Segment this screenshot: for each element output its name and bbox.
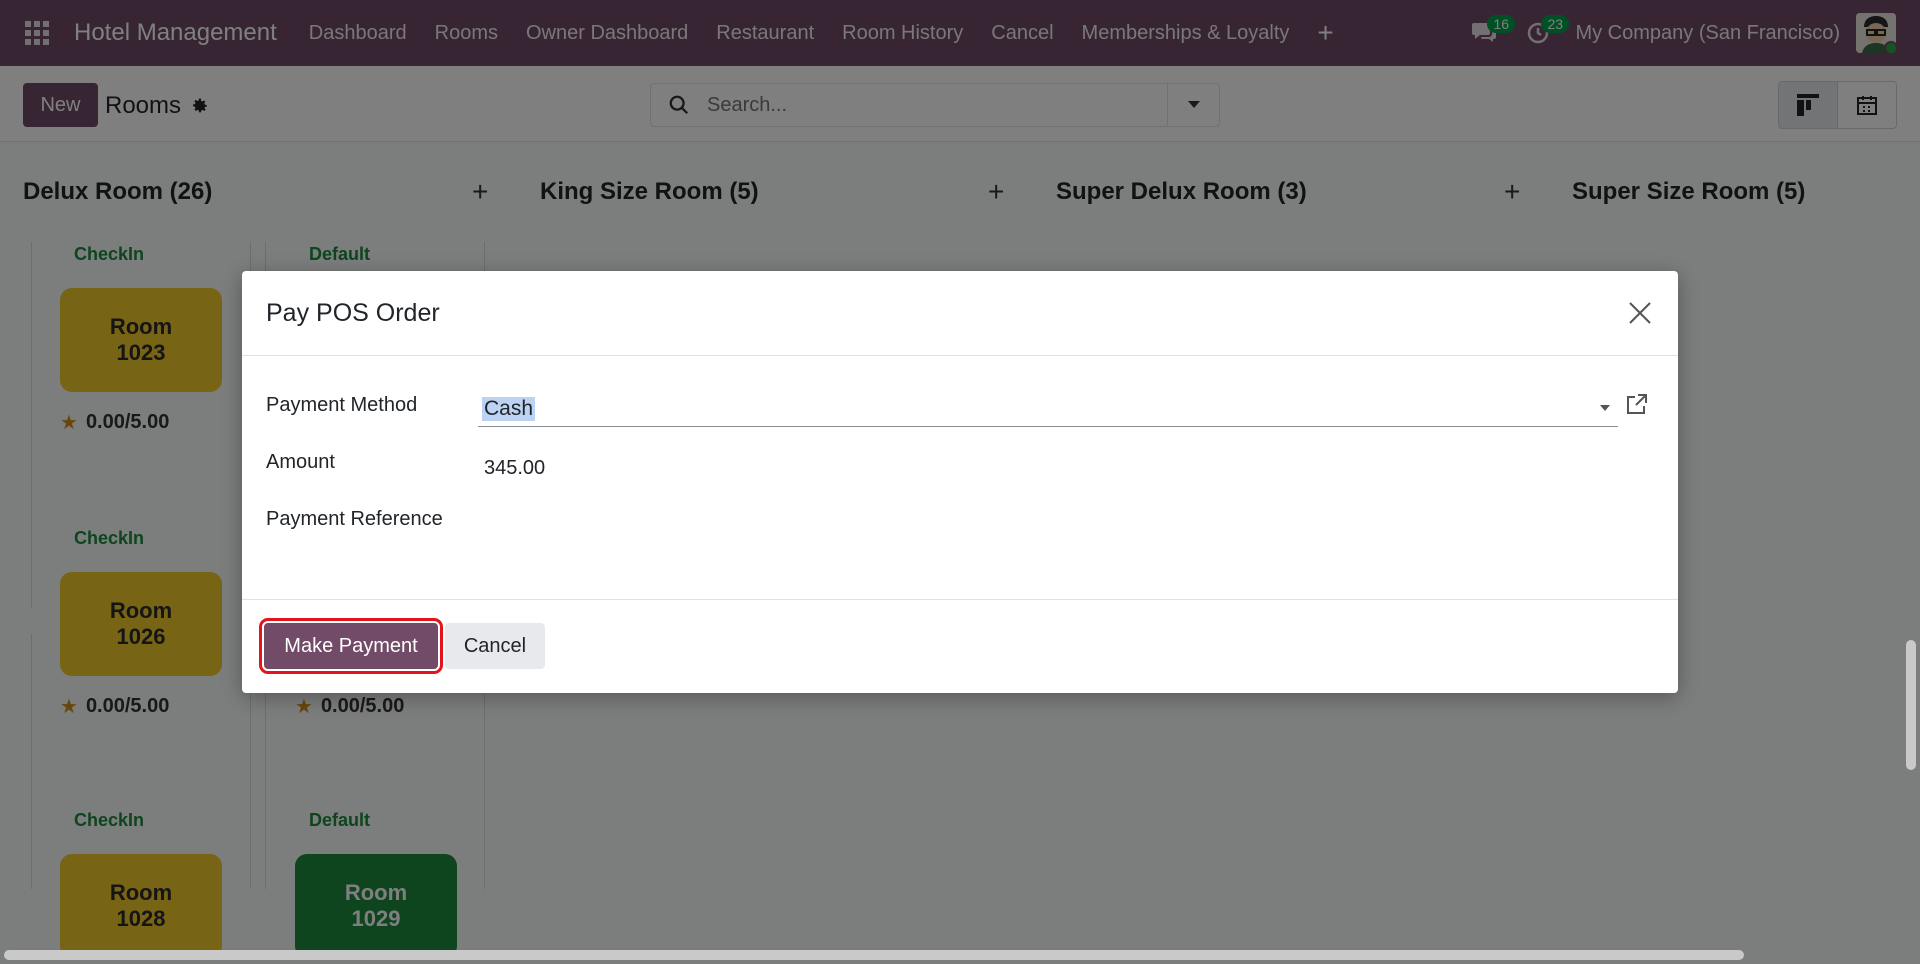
dialog-footer: Make Payment Cancel [242, 599, 1678, 693]
external-link-button[interactable] [1625, 392, 1651, 418]
payment-method-value: Cash [482, 396, 536, 421]
make-payment-button[interactable]: Make Payment [259, 618, 443, 674]
dialog-title: Pay POS Order [266, 299, 440, 327]
amount-label: Amount [266, 451, 335, 473]
payment-method-label: Payment Method [266, 394, 418, 416]
caret-down-icon [1600, 405, 1610, 411]
cancel-button[interactable]: Cancel [445, 623, 545, 669]
vertical-scrollbar[interactable] [1906, 640, 1916, 770]
payment-reference-label: Payment Reference [266, 508, 443, 530]
dialog-header: Pay POS Order [242, 271, 1678, 356]
horizontal-scrollbar[interactable] [4, 950, 1744, 960]
close-button[interactable] [1624, 297, 1656, 329]
external-link-icon [1627, 394, 1647, 414]
payment-method-select[interactable]: Cash [478, 391, 1618, 427]
pay-pos-order-dialog: Pay POS Order Payment Method Cash Amount… [242, 271, 1678, 693]
dialog-body: Payment Method Cash Amount 345.00 Paymen… [242, 356, 1678, 599]
amount-value: 345.00 [484, 457, 546, 479]
close-icon [1629, 302, 1651, 324]
